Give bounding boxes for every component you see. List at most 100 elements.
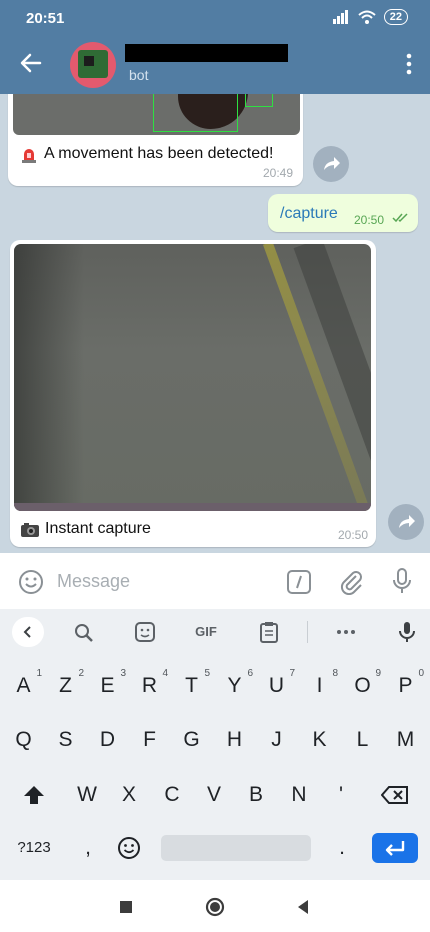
enter-key[interactable] bbox=[372, 833, 418, 863]
key-label: E bbox=[100, 674, 115, 697]
key-label: T bbox=[185, 674, 198, 697]
key-q[interactable]: Q bbox=[3, 717, 44, 763]
forward-icon bbox=[324, 157, 340, 170]
back-arrow-icon[interactable] bbox=[18, 50, 44, 76]
message-text: /capture bbox=[280, 205, 338, 222]
gif-button[interactable]: GIF bbox=[190, 621, 222, 643]
voice-input-icon[interactable] bbox=[395, 621, 419, 643]
comma-key[interactable]: , bbox=[68, 825, 108, 871]
message-capture-command[interactable]: /capture 20:50 bbox=[268, 194, 418, 232]
key-z[interactable]: Z2 bbox=[45, 663, 86, 709]
system-nav-bar bbox=[0, 880, 430, 932]
key-k[interactable]: K bbox=[299, 717, 340, 763]
key-w[interactable]: W bbox=[66, 772, 108, 818]
detection-box bbox=[153, 94, 238, 132]
key-i[interactable]: I8 bbox=[299, 663, 340, 709]
battery-indicator: 22 bbox=[383, 9, 408, 25]
message-movement-detected[interactable]: A movement has been detected! 20:49 bbox=[8, 94, 303, 186]
status-bar: 20:51 22 bbox=[0, 0, 430, 36]
key-hint: 7 bbox=[289, 668, 295, 679]
key-hint: 9 bbox=[375, 668, 381, 679]
sticker-icon[interactable] bbox=[133, 621, 157, 643]
message-instant-capture[interactable]: Instant capture 20:50 bbox=[10, 240, 376, 547]
key-y[interactable]: Y6 bbox=[214, 663, 255, 709]
key-hint: 3 bbox=[120, 668, 126, 679]
message-composer: Message bbox=[0, 553, 430, 609]
key-j[interactable]: J bbox=[256, 717, 297, 763]
key-label: I bbox=[316, 674, 323, 697]
key-f[interactable]: F bbox=[129, 717, 170, 763]
more-horiz-icon[interactable] bbox=[334, 621, 358, 643]
key-g[interactable]: G bbox=[171, 717, 212, 763]
space-bar[interactable] bbox=[161, 835, 311, 861]
key-r[interactable]: R4 bbox=[129, 663, 170, 709]
home-icon[interactable] bbox=[204, 896, 226, 918]
emoji-icon[interactable] bbox=[18, 569, 44, 595]
key-p[interactable]: P0 bbox=[385, 663, 426, 709]
key-label: O bbox=[354, 674, 371, 697]
status-time: 20:51 bbox=[26, 10, 65, 27]
key-hint: 5 bbox=[204, 668, 210, 679]
microphone-icon[interactable] bbox=[390, 567, 414, 595]
key-label: P bbox=[398, 674, 413, 697]
search-icon[interactable] bbox=[72, 621, 96, 643]
key-u[interactable]: U7 bbox=[256, 663, 297, 709]
key-x[interactable]: X bbox=[108, 772, 150, 818]
siren-icon bbox=[22, 149, 36, 163]
key-hint: 1 bbox=[36, 668, 42, 679]
signal-icon bbox=[332, 10, 348, 24]
key-l[interactable]: L bbox=[342, 717, 383, 763]
recents-icon[interactable] bbox=[115, 896, 137, 918]
keyboard-back-button[interactable] bbox=[12, 617, 44, 647]
key-hint: 0 bbox=[418, 668, 424, 679]
chat-avatar[interactable] bbox=[70, 42, 116, 88]
forward-button[interactable] bbox=[388, 504, 424, 540]
key-apostrophe[interactable]: ' bbox=[320, 772, 362, 818]
emoji-icon bbox=[118, 837, 140, 860]
shift-icon bbox=[24, 786, 44, 805]
key-hint: 2 bbox=[78, 668, 84, 679]
chat-title-redacted[interactable] bbox=[125, 44, 288, 62]
message-text: Instant capture bbox=[45, 520, 151, 537]
shift-key[interactable] bbox=[12, 772, 56, 818]
status-icons: 22 bbox=[332, 9, 408, 25]
key-v[interactable]: V bbox=[193, 772, 235, 818]
key-o[interactable]: O9 bbox=[342, 663, 383, 709]
clipboard-icon[interactable] bbox=[257, 621, 281, 643]
chat-subtitle: bot bbox=[129, 67, 149, 83]
detection-photo[interactable] bbox=[13, 94, 300, 135]
emoji-key[interactable] bbox=[108, 825, 150, 871]
read-checkmarks-icon bbox=[392, 213, 408, 223]
symbols-key[interactable]: ?123 bbox=[6, 825, 62, 871]
key-n[interactable]: N bbox=[278, 772, 320, 818]
key-s[interactable]: S bbox=[45, 717, 86, 763]
camera-icon bbox=[21, 523, 39, 537]
chat-area[interactable]: A movement has been detected! 20:49 /cap… bbox=[0, 94, 430, 553]
key-d[interactable]: D bbox=[87, 717, 128, 763]
attach-icon[interactable] bbox=[338, 567, 364, 595]
key-e[interactable]: E3 bbox=[87, 663, 128, 709]
backspace-icon bbox=[380, 786, 408, 805]
backspace-key[interactable] bbox=[372, 772, 418, 818]
key-hint: 4 bbox=[162, 668, 168, 679]
photo-shadow bbox=[14, 244, 84, 511]
key-a[interactable]: A1 bbox=[3, 663, 44, 709]
key-b[interactable]: B bbox=[235, 772, 277, 818]
back-icon[interactable] bbox=[292, 896, 314, 918]
message-time: 20:50 bbox=[354, 213, 385, 227]
key-label: R bbox=[141, 674, 158, 697]
bot-commands-icon[interactable] bbox=[286, 569, 312, 595]
key-h[interactable]: H bbox=[214, 717, 255, 763]
forward-button[interactable] bbox=[313, 146, 349, 182]
more-vert-icon[interactable] bbox=[406, 52, 412, 76]
key-t[interactable]: T5 bbox=[171, 663, 212, 709]
key-label: Z bbox=[59, 674, 72, 697]
message-input[interactable]: Message bbox=[57, 571, 130, 592]
capture-photo[interactable] bbox=[14, 244, 371, 511]
key-c[interactable]: C bbox=[151, 772, 193, 818]
photo-bottom-strip bbox=[14, 503, 371, 511]
detection-box-small bbox=[245, 94, 273, 107]
key-m[interactable]: M bbox=[385, 717, 426, 763]
key-hint: 8 bbox=[332, 668, 338, 679]
period-key[interactable]: . bbox=[322, 825, 362, 871]
